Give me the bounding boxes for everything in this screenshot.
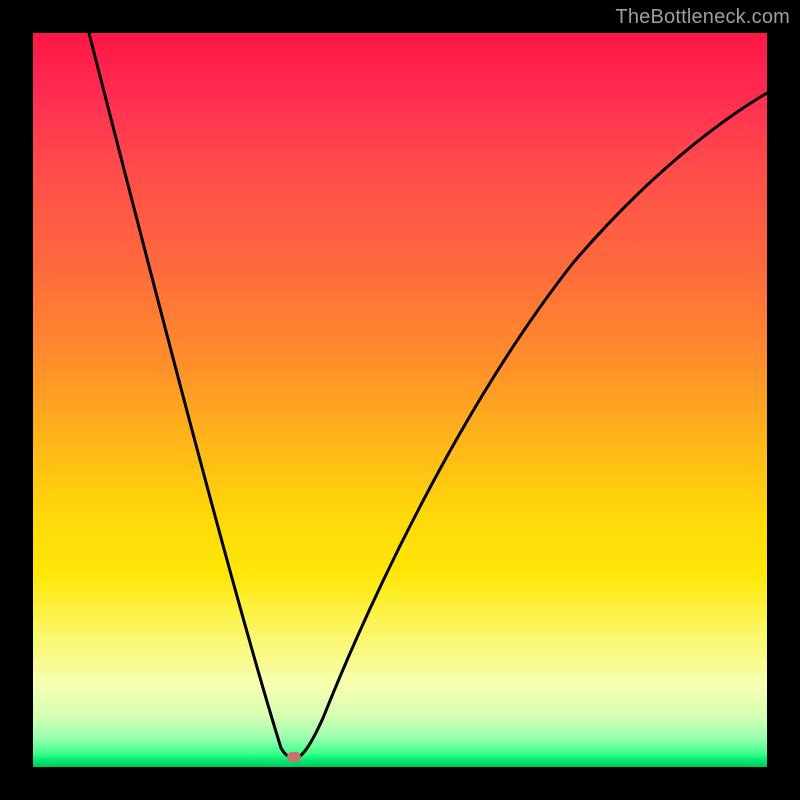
plot-area (33, 33, 767, 767)
chart-stage: TheBottleneck.com (0, 0, 800, 800)
watermark-text: TheBottleneck.com (615, 6, 790, 29)
